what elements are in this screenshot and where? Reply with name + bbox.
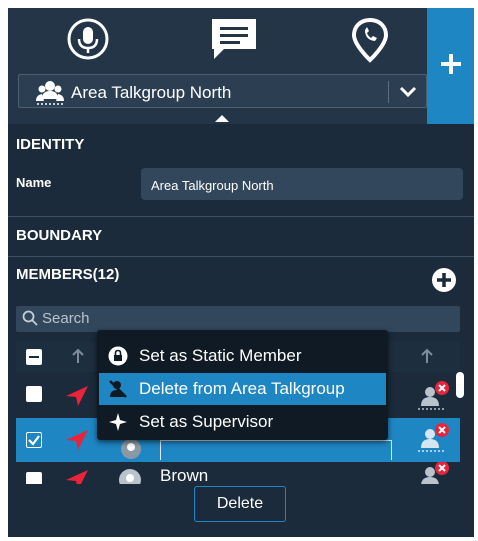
context-menu: Set as Static Member Delete from Area Ta… [97, 330, 388, 440]
lock-icon [108, 346, 128, 366]
sort-arrow-icon[interactable] [421, 348, 433, 369]
divider [8, 256, 474, 257]
member-name-field[interactable] [160, 440, 392, 460]
add-button[interactable] [427, 8, 474, 124]
mode-toolbar: Area Talkgroup North [8, 8, 427, 124]
menu-item-set-static-member[interactable]: Set as Static Member [99, 340, 386, 372]
talkgroup-select[interactable]: Area Talkgroup North [18, 74, 427, 108]
boundary-section-title[interactable]: BOUNDARY [16, 227, 102, 244]
menu-item-label: Set as Static Member [139, 346, 302, 365]
caret-up-icon [215, 115, 229, 122]
talkgroup-panel: Area Talkgroup North IDENTITY Name Area … [8, 8, 474, 537]
menu-item-label: Set as Supervisor [139, 412, 274, 431]
scrollbar-thumb[interactable] [456, 372, 464, 398]
delete-button[interactable]: Delete [194, 486, 286, 522]
select-all-checkbox[interactable] [26, 349, 42, 365]
supervisor-star-icon [108, 412, 128, 432]
member-type-icon [416, 422, 452, 459]
group-icon [35, 79, 65, 110]
menu-item-set-supervisor[interactable]: Set as Supervisor [99, 406, 386, 438]
menu-item-delete-from-talkgroup[interactable]: Delete from Area Talkgroup [99, 373, 386, 405]
member-name: Brown [160, 466, 209, 484]
row-checkbox[interactable] [26, 386, 42, 402]
name-label: Name [16, 175, 52, 190]
menu-item-label: Delete from Area Talkgroup [139, 379, 345, 398]
avatar [118, 468, 142, 484]
row-checkbox[interactable] [26, 472, 42, 484]
map-marker-icon[interactable] [64, 428, 90, 457]
avatar [120, 438, 142, 465]
search-placeholder: Search [42, 310, 90, 327]
location-call-icon[interactable] [342, 14, 398, 64]
sort-arrow-icon[interactable] [72, 348, 84, 369]
message-icon[interactable] [206, 14, 262, 64]
members-section-title: MEMBERS(12) [16, 266, 120, 283]
map-marker-icon[interactable] [64, 468, 90, 484]
search-icon [22, 310, 38, 330]
row-checkbox[interactable] [26, 432, 42, 448]
map-marker-icon[interactable] [64, 384, 90, 413]
identity-section-title: IDENTITY [16, 136, 85, 153]
microphone-icon[interactable] [63, 14, 113, 64]
table-row[interactable]: Brown [16, 462, 460, 484]
remove-user-icon [108, 379, 128, 399]
divider [8, 216, 474, 217]
chevron-down-icon[interactable] [398, 85, 418, 104]
plus-icon [439, 52, 463, 81]
member-type-icon [416, 380, 452, 417]
select-divider [388, 81, 389, 103]
member-search-input[interactable]: Search [16, 306, 460, 332]
talkgroup-select-value: Area Talkgroup North [71, 83, 232, 102]
member-type-icon [416, 462, 452, 484]
name-field[interactable]: Area Talkgroup North [141, 168, 463, 200]
add-member-icon[interactable] [431, 267, 457, 293]
